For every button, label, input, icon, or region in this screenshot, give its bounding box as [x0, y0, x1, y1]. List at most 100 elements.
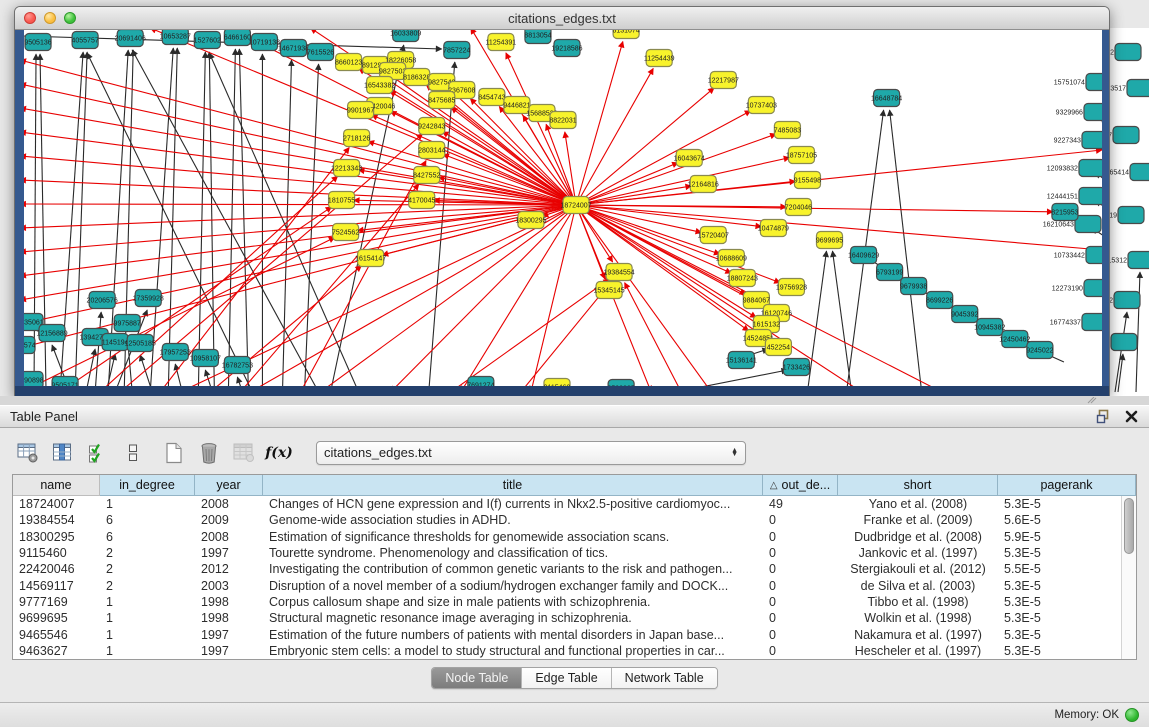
graph-node[interactable]: 10653287 [160, 30, 191, 45]
table-cell[interactable]: Disruption of a novel member of a sodium… [263, 579, 763, 593]
graph-node[interactable]: 4170045 [408, 192, 435, 209]
table-cell[interactable]: 1997 [195, 628, 263, 642]
graph-node[interactable]: 9505171 [51, 377, 78, 387]
table-cell[interactable]: 1998 [195, 595, 263, 609]
graph-node[interactable]: 9155498 [794, 172, 821, 189]
row-height-button[interactable] [121, 441, 145, 465]
graph-node[interactable]: 8699226 [926, 292, 953, 309]
column-header-title[interactable]: title [263, 475, 763, 496]
table-row[interactable]: 946554611997Estimation of the future num… [13, 626, 1121, 642]
graph-node[interactable]: 10958107 [190, 350, 221, 367]
table-cell[interactable]: 0 [763, 513, 838, 527]
table-row[interactable]: 946362711997Embryonic stem cells: a mode… [13, 643, 1121, 659]
table-row[interactable]: 1830029562008Estimation of significance … [13, 529, 1121, 545]
table-cell[interactable]: 0 [763, 579, 838, 593]
table-cell[interactable]: 2009 [195, 513, 263, 527]
memory-ok-indicator[interactable] [1125, 708, 1139, 722]
graph-node[interactable]: 6793199 [876, 264, 903, 281]
table-cell[interactable]: 1 [100, 644, 195, 658]
table-cell[interactable]: 5.9E-5 [998, 530, 1121, 544]
show-column-button[interactable] [51, 441, 75, 465]
resize-grip-icon[interactable] [1087, 397, 1097, 404]
table-cell[interactable]: Corpus callosum shape and size in male p… [263, 595, 763, 609]
create-table-button[interactable] [162, 441, 186, 465]
graph-node[interactable]: 16154147 [355, 250, 386, 267]
graph-node[interactable]: 9699695 [816, 232, 843, 249]
table-cell[interactable]: 5.3E-5 [998, 628, 1121, 642]
table-cell[interactable]: 49 [763, 497, 838, 511]
graph-node[interactable]: 2069417 [1107, 127, 1139, 144]
graph-node[interactable]: 9227343 [1054, 132, 1102, 149]
table-cell[interactable]: Tourette syndrome. Phenomenology and cla… [263, 546, 763, 560]
graph-node[interactable]: 1527602 [194, 32, 221, 49]
graph-node[interactable]: 9329966 [1056, 104, 1102, 121]
graph-node[interactable]: 8475685 [428, 92, 455, 109]
graph-node[interactable]: 9505136 [24, 34, 51, 51]
graph-node[interactable]: 8502235 [607, 380, 634, 387]
graph-node[interactable]: 18300295 [515, 212, 546, 229]
graph-node[interactable]: 12164816 [688, 176, 719, 193]
graph-node[interactable]: 2803144 [418, 142, 445, 159]
graph-node[interactable]: 7524562 [332, 224, 359, 241]
table-row[interactable]: 977716911998Corpus callosum shape and si… [13, 594, 1121, 610]
table-cell[interactable]: Stergiakouli et al. (2012) [838, 562, 998, 576]
table-mode-button[interactable] [16, 441, 40, 465]
graph-node[interactable]: 17957253 [160, 344, 191, 361]
graph-node[interactable]: 9242843 [418, 118, 445, 135]
table-cell[interactable]: Investigating the contribution of common… [263, 562, 763, 576]
graph-node[interactable]: 9045392 [951, 306, 978, 323]
table-cell[interactable]: Yano et al. (2008) [838, 497, 998, 511]
table-cell[interactable]: Hescheler et al. (1997) [838, 644, 998, 658]
table-cell[interactable]: 0 [763, 644, 838, 658]
graph-node[interactable]: 17359928 [133, 290, 164, 307]
graph-node[interactable]: 6466160 [224, 30, 251, 46]
table-cell[interactable]: 1 [100, 497, 195, 511]
table-cell[interactable]: Jankovic et al. (1997) [838, 546, 998, 560]
table-cell[interactable]: Structural magnetic resonance image aver… [263, 611, 763, 625]
graph-node[interactable]: 11254439 [644, 50, 675, 67]
table-cell[interactable]: 5.5E-5 [998, 562, 1121, 576]
graph-node[interactable]: 10733442 [1054, 247, 1102, 264]
table-cell[interactable]: 2012 [195, 562, 263, 576]
graph-node[interactable]: 7857224 [443, 42, 470, 59]
graph-node[interactable]: 10719138 [249, 34, 280, 51]
table-cell[interactable]: 0 [763, 562, 838, 576]
delete-table-button[interactable] [197, 441, 221, 465]
table-cell[interactable]: 5.3E-5 [998, 546, 1121, 560]
graph-node[interactable]: 1227319 [1107, 207, 1144, 224]
table-cell[interactable]: 0 [763, 595, 838, 609]
graph-node[interactable]: 8813054 [524, 30, 551, 44]
graph-node[interactable]: 12156889 [36, 325, 67, 342]
graph-node[interactable]: 8427552 [413, 167, 440, 184]
graph-node[interactable]: 7615526 [307, 44, 334, 61]
table-cell[interactable]: Estimation of the future numbers of pati… [263, 628, 763, 642]
graph-node[interactable]: 18757105 [786, 147, 817, 164]
table-cell[interactable]: 0 [763, 628, 838, 642]
table-cell[interactable]: Dudbridge et al. (2008) [838, 530, 998, 544]
graph-node[interactable]: 12450462 [999, 331, 1030, 348]
graph-node[interactable]: 9679938 [900, 278, 927, 295]
graph-node[interactable]: 16648784 [871, 90, 902, 107]
column-header-name[interactable]: name [13, 475, 100, 496]
tab-network-table[interactable]: Network Table [611, 668, 717, 688]
column-header-out-degree[interactable]: △ out_de... [763, 475, 838, 496]
table-cell[interactable]: 0 [763, 530, 838, 544]
network-canvas[interactable]: 9505136405575720691406106532871527602646… [24, 30, 1102, 386]
graph-node[interactable]: 4055757 [71, 32, 98, 49]
tab-node-table[interactable]: Node Table [432, 668, 521, 688]
table-cell[interactable]: 9777169 [13, 595, 100, 609]
tab-edge-table[interactable]: Edge Table [521, 668, 610, 688]
table-cell[interactable]: 1 [100, 628, 195, 642]
function-builder-button[interactable]: f(x) [267, 441, 291, 465]
graph-node[interactable]: 2718126 [343, 130, 370, 147]
table-cell[interactable]: 1997 [195, 546, 263, 560]
table-cell[interactable]: 9115460 [13, 546, 100, 560]
table-cell[interactable]: 5.6E-5 [998, 513, 1121, 527]
table-scrollbar[interactable] [1121, 496, 1136, 659]
graph-node[interactable]: 18724007 [560, 197, 591, 214]
graph-node[interactable]: 20206576 [87, 292, 118, 309]
float-panel-button[interactable] [1095, 409, 1111, 425]
graph-node[interactable]: 12505185 [125, 335, 156, 352]
column-header-pagerank[interactable]: pagerank [998, 475, 1136, 496]
column-header-in-degree[interactable]: in_degree [100, 475, 195, 496]
